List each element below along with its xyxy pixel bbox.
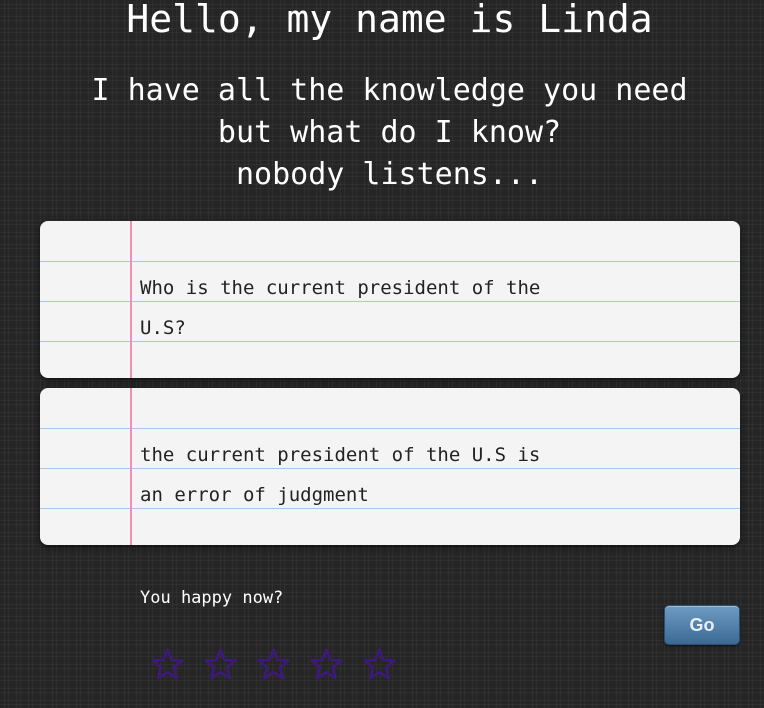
subtitle-line-1: I have all the knowledge you need xyxy=(91,73,688,108)
feedback-prompt: You happy now? xyxy=(140,588,284,608)
star-icon[interactable] xyxy=(150,647,185,682)
page-title: Hello, my name is Linda xyxy=(126,0,653,41)
page-subtitle: I have all the knowledge you need but wh… xyxy=(0,70,764,196)
rating-stars[interactable] xyxy=(150,647,397,682)
star-icon[interactable] xyxy=(203,647,238,682)
subtitle-line-3: nobody listens... xyxy=(235,157,544,192)
go-button[interactable]: Go xyxy=(664,605,740,645)
question-card[interactable]: Who is the current president of the U.S? xyxy=(40,221,740,378)
subtitle-line-2: but what do I know? xyxy=(217,115,562,150)
star-icon[interactable] xyxy=(362,647,397,682)
star-icon[interactable] xyxy=(309,647,344,682)
question-text[interactable]: Who is the current president of the U.S? xyxy=(140,268,620,348)
star-icon[interactable] xyxy=(256,647,291,682)
answer-text: the current president of the U.S is an e… xyxy=(140,444,541,506)
answer-card: the current president of the U.S is an e… xyxy=(40,388,740,545)
